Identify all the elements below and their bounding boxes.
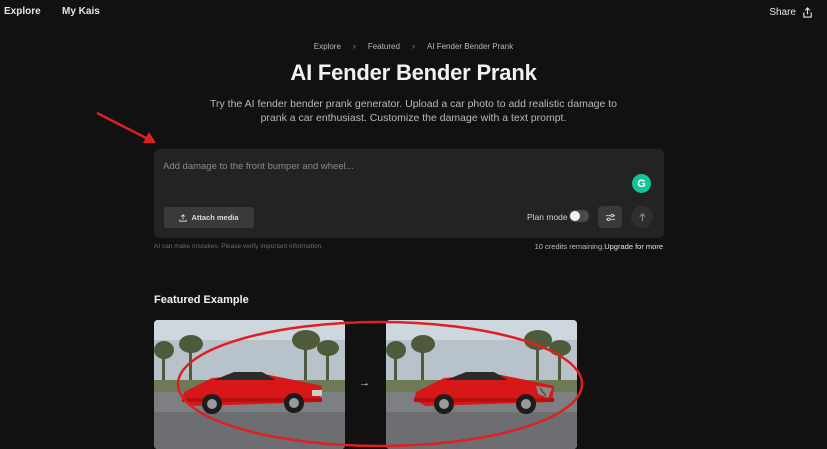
breadcrumb-explore[interactable]: Explore <box>314 42 341 51</box>
share-label: Share <box>769 7 796 18</box>
upload-icon <box>179 213 188 222</box>
sliders-icon <box>605 213 615 221</box>
nav-explore-link[interactable]: Explore <box>4 6 41 17</box>
credits-remaining: 10 credits remaining. <box>534 242 605 251</box>
grammarly-icon[interactable]: G <box>632 174 651 193</box>
credits-text: 10 credits remaining.Upgrade for more <box>535 242 663 251</box>
breadcrumb-chevron-icon: › <box>352 41 356 51</box>
breadcrumb: Explore › Featured › AI Fender Bender Pr… <box>0 41 827 51</box>
upgrade-link[interactable]: Upgrade for more <box>604 242 663 251</box>
prompt-input[interactable] <box>163 157 623 175</box>
attach-media-label: Attach media <box>191 213 239 222</box>
example-before-image <box>154 320 345 449</box>
before-after-arrow-icon: → <box>359 377 370 389</box>
ai-disclaimer: AI can make mistakes. Please verify impo… <box>154 243 324 250</box>
example-after-image <box>386 320 577 449</box>
share-icon <box>803 7 812 18</box>
arrow-up-icon <box>638 212 646 221</box>
toggle-knob <box>570 211 580 221</box>
page-subtitle: Try the AI fender bender prank generator… <box>209 98 618 124</box>
car-photo-before <box>154 320 345 449</box>
top-nav: Explore My Kais Share <box>0 0 827 26</box>
page-title: AI Fender Bender Prank <box>290 60 537 85</box>
featured-example-title: Featured Example <box>154 294 249 306</box>
grammarly-glyph: G <box>637 177 646 190</box>
prompt-box: G Attach media Plan mode <box>154 149 664 238</box>
plan-mode-toggle[interactable] <box>569 210 589 222</box>
car-photo-after <box>386 320 577 449</box>
send-button[interactable] <box>631 206 653 228</box>
nav-mykais-link[interactable]: My Kais <box>62 6 100 17</box>
settings-button[interactable] <box>598 206 622 228</box>
red-arrow-annotation <box>96 111 156 143</box>
plan-mode-label: Plan mode <box>527 212 568 222</box>
breadcrumb-chevron-icon: › <box>411 41 415 51</box>
breadcrumb-current: AI Fender Bender Prank <box>426 41 514 51</box>
breadcrumb-featured[interactable]: Featured <box>368 42 400 51</box>
attach-media-button[interactable]: Attach media <box>164 207 254 228</box>
share-button[interactable]: Share <box>769 7 813 18</box>
